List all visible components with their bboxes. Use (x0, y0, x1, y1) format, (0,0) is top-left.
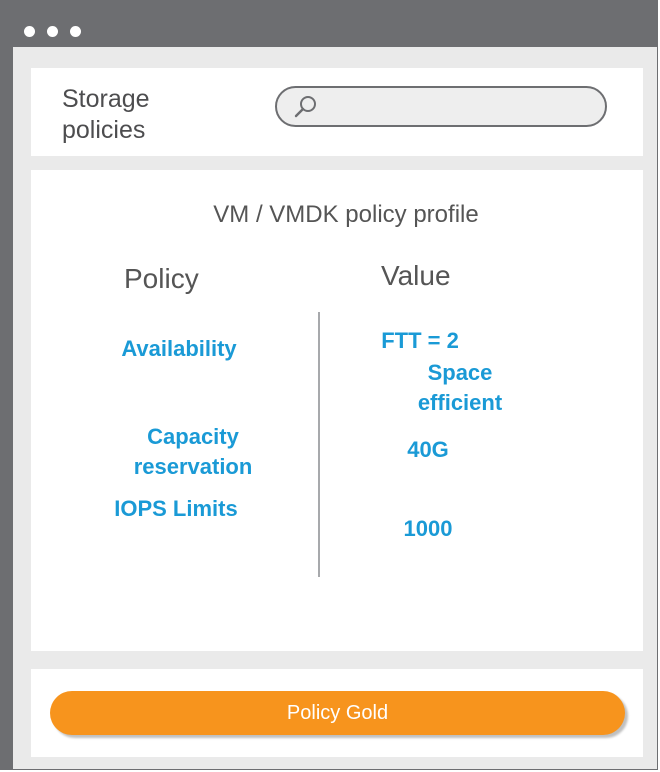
title-bar (1, 1, 657, 47)
policy-gold-button[interactable]: Policy Gold (50, 691, 625, 735)
value-space-efficient: Space efficient (417, 360, 503, 415)
value-ftt: FTT = 2 (381, 328, 459, 353)
policy-profile-panel (31, 170, 643, 651)
policy-availability: Availability (121, 336, 237, 361)
policy-iops-limits: IOPS Limits (114, 496, 238, 521)
search-input[interactable] (275, 86, 607, 127)
value-capacity: 40G (407, 437, 449, 462)
column-header-policy: Policy (124, 263, 199, 294)
value-iops: 1000 (403, 516, 453, 541)
policy-capacity-reservation: Capacity reservation (133, 424, 253, 479)
window-left-rail (1, 47, 13, 769)
search-icon (293, 94, 319, 120)
column-divider (318, 312, 320, 577)
window-control-dot[interactable] (24, 26, 35, 37)
section-title: VM / VMDK policy profile (213, 201, 479, 228)
window-control-dot[interactable] (70, 26, 81, 37)
page-title: Storage policies (62, 85, 150, 144)
window-control-dot[interactable] (47, 26, 58, 37)
column-header-value: Value (381, 260, 451, 291)
